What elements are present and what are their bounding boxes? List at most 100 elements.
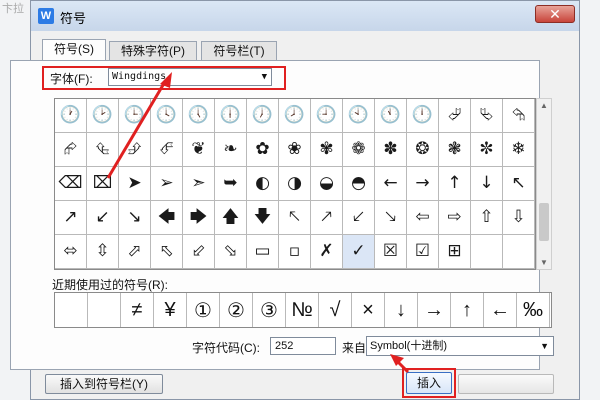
symbol-cell[interactable]: 🕑	[87, 99, 119, 133]
symbol-cell[interactable]: ↓	[471, 167, 503, 201]
symbol-cell[interactable]: ◐	[247, 167, 279, 201]
symbol-cell[interactable]: ⌫	[55, 167, 87, 201]
symbol-cell[interactable]: ☑	[407, 235, 439, 269]
symbol-cell[interactable]	[503, 235, 535, 269]
symbol-cell[interactable]: ⌧	[87, 167, 119, 201]
insert-to-symbol-bar-button[interactable]: 插入到符号栏(Y)	[45, 374, 163, 394]
symbol-cell[interactable]: ⬂	[215, 235, 247, 269]
recent-symbol-cell[interactable]	[55, 293, 88, 327]
symbol-cell[interactable]: ⊞	[439, 235, 471, 269]
symbol-cell[interactable]: 🕙	[343, 99, 375, 133]
symbol-cell[interactable]: ✓	[343, 235, 375, 269]
symbol-cell[interactable]: ◓	[343, 167, 375, 201]
symbol-cell[interactable]: ❂	[407, 133, 439, 167]
symbol-cell[interactable]: ↗	[55, 201, 87, 235]
symbol-cell[interactable]: ↖	[503, 167, 535, 201]
symbol-cell[interactable]: 🕘	[311, 99, 343, 133]
symbol-cell[interactable]: ⇦	[407, 201, 439, 235]
from-select[interactable]: Symbol(十进制) ▼	[366, 336, 554, 356]
tab-symbols[interactable]: 符号(S)	[42, 39, 106, 61]
cancel-button[interactable]	[458, 374, 554, 394]
symbol-cell[interactable]: 🡖	[375, 201, 407, 235]
symbol-cell[interactable]: ⬃	[183, 235, 215, 269]
symbol-cell[interactable]: ➤	[119, 167, 151, 201]
scrollbar-thumb[interactable]	[539, 203, 549, 241]
symbol-cell[interactable]: ✽	[375, 133, 407, 167]
symbol-cell[interactable]	[471, 235, 503, 269]
symbol-cell[interactable]: 🕛	[407, 99, 439, 133]
symbol-cell[interactable]: 🕕	[215, 99, 247, 133]
symbol-cell[interactable]: 🕗	[279, 99, 311, 133]
symbol-cell[interactable]: ⮳	[55, 133, 87, 167]
recent-symbol-cell[interactable]: ↑	[451, 293, 484, 327]
symbol-cell[interactable]: ☒	[375, 235, 407, 269]
recent-symbol-cell[interactable]: ←	[484, 293, 517, 327]
symbol-cell[interactable]: ✗	[311, 235, 343, 269]
symbol-cell[interactable]: ✼	[471, 133, 503, 167]
recent-symbol-cell[interactable]: ↓	[385, 293, 418, 327]
symbol-cell[interactable]: 🡆	[183, 201, 215, 235]
symbol-cell[interactable]: ⬀	[119, 235, 151, 269]
symbol-cell[interactable]: ⮰	[439, 99, 471, 133]
symbol-cell[interactable]: 🡔	[279, 201, 311, 235]
grid-scrollbar[interactable]: ▲ ▼	[536, 98, 552, 270]
symbol-cell[interactable]: ↘	[119, 201, 151, 235]
symbol-cell[interactable]: 🡄	[151, 201, 183, 235]
symbol-cell[interactable]: ➥	[215, 167, 247, 201]
tab-symbol-bar[interactable]: 符号栏(T)	[201, 41, 277, 60]
recent-symbol-cell[interactable]: ‰	[517, 293, 550, 327]
symbol-cell[interactable]: 🕔	[183, 99, 215, 133]
recent-symbol-cell[interactable]: №	[286, 293, 319, 327]
symbol-cell[interactable]: ❄	[503, 133, 535, 167]
symbol-cell[interactable]: ⇨	[439, 201, 471, 235]
scroll-down-icon[interactable]: ▼	[540, 258, 548, 267]
symbol-cell[interactable]: 🡗	[343, 201, 375, 235]
recent-symbol-cell[interactable]: √	[319, 293, 352, 327]
symbol-cell[interactable]: ⬁	[151, 235, 183, 269]
symbol-grid[interactable]: 🕐 🕑 🕒 🕓 🕔 🕕 🕖 🕗 🕘 🕙 🕚 🕛 ⮰ ⮱ ⮲ ⮳ ⮴ ⮵ ⮶ ❦ ❧ ✿ ❀ ✾ ❁ ✽ ❂ ❃ ✼ ❄ ⌫ ⌧ ➤ ➢ ➣ ➥ ◐ ◑ ◒ ◓…	[54, 98, 536, 270]
symbol-cell[interactable]: 🡕	[311, 201, 343, 235]
symbol-cell[interactable]: ❧	[215, 133, 247, 167]
symbol-cell[interactable]: 🕒	[119, 99, 151, 133]
symbol-cell[interactable]: 🡅	[215, 201, 247, 235]
symbol-cell[interactable]: ◒	[311, 167, 343, 201]
symbol-cell[interactable]: ➢	[151, 167, 183, 201]
symbol-cell[interactable]: ◑	[279, 167, 311, 201]
recent-symbol-cell[interactable]: ①	[187, 293, 220, 327]
symbol-cell[interactable]: ❁	[343, 133, 375, 167]
symbol-cell[interactable]: ↙	[87, 201, 119, 235]
symbol-cell[interactable]: ⇩	[503, 201, 535, 235]
symbol-cell[interactable]: ✿	[247, 133, 279, 167]
symbol-cell[interactable]: ←	[375, 167, 407, 201]
symbol-cell[interactable]: ⮵	[119, 133, 151, 167]
scroll-up-icon[interactable]: ▲	[540, 101, 548, 110]
symbol-cell[interactable]: ✾	[311, 133, 343, 167]
tab-special-characters[interactable]: 特殊字符(P)	[109, 41, 197, 60]
recent-symbol-cell[interactable]: ③	[253, 293, 286, 327]
symbol-cell[interactable]: ❃	[439, 133, 471, 167]
symbol-cell[interactable]: ⮲	[503, 99, 535, 133]
symbol-cell[interactable]: 🡇	[247, 201, 279, 235]
recent-symbol-cell[interactable]: →	[418, 293, 451, 327]
symbol-cell[interactable]: ⇧	[471, 201, 503, 235]
title-bar[interactable]: W 符号 ✕	[31, 1, 579, 31]
symbol-cell[interactable]: ⇳	[87, 235, 119, 269]
symbol-cell[interactable]: ⮴	[87, 133, 119, 167]
symbol-cell[interactable]: ❀	[279, 133, 311, 167]
recent-symbol-cell[interactable]: ¥	[154, 293, 187, 327]
symbol-cell[interactable]: ▫	[279, 235, 311, 269]
symbol-cell[interactable]: 🕐	[55, 99, 87, 133]
symbol-cell[interactable]: →	[407, 167, 439, 201]
symbol-cell[interactable]: ⮶	[151, 133, 183, 167]
symbol-cell[interactable]: ⬄	[55, 235, 87, 269]
close-button[interactable]: ✕	[535, 5, 575, 23]
recent-symbol-cell[interactable]	[88, 293, 121, 327]
character-code-input[interactable]: 252	[270, 337, 336, 355]
symbol-cell[interactable]: 🕓	[151, 99, 183, 133]
recent-symbol-cell[interactable]: ②	[220, 293, 253, 327]
symbol-cell[interactable]: ↑	[439, 167, 471, 201]
recent-symbol-cell[interactable]: ×	[352, 293, 385, 327]
symbol-cell[interactable]: ❦	[183, 133, 215, 167]
symbol-cell[interactable]: ⮱	[471, 99, 503, 133]
symbol-cell[interactable]: ➣	[183, 167, 215, 201]
